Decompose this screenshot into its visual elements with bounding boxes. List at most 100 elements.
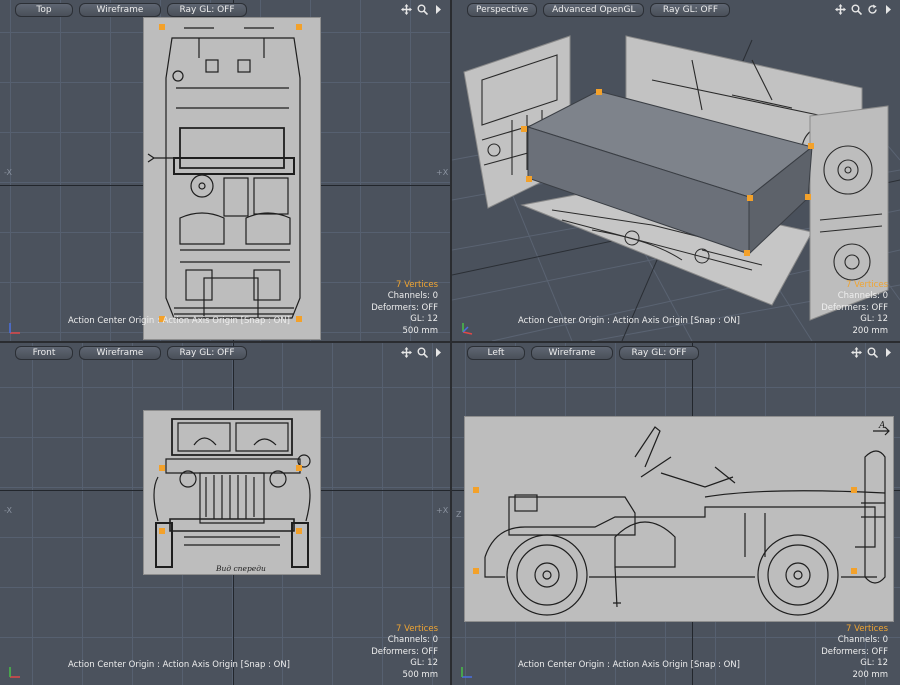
vertex[interactable] (744, 250, 750, 256)
vertex[interactable] (159, 465, 165, 471)
viewport-perspective[interactable]: Perspective Advanced OpenGL Ray GL: OFF (452, 0, 900, 341)
action-center-status: Action Center Origin : Action Axis Origi… (68, 660, 290, 670)
viewport-controls (835, 4, 894, 16)
view-selector[interactable]: Left (467, 346, 525, 360)
vertex[interactable] (296, 24, 302, 30)
move-icon[interactable] (401, 347, 412, 358)
zoom-icon[interactable] (417, 347, 429, 359)
vertex[interactable] (473, 568, 479, 574)
reference-image-front: Вид спереди (143, 410, 321, 575)
ray-gl-toggle[interactable]: Ray GL: OFF (167, 346, 247, 360)
vertex[interactable] (808, 143, 814, 149)
axis-gizmo-icon (9, 667, 20, 678)
vertex[interactable] (596, 89, 602, 95)
grid-scale: 200 mm (852, 669, 889, 680)
viewport-header: Front Wireframe Ray GL: OFF (0, 343, 450, 363)
shading-selector[interactable]: Wireframe (531, 346, 613, 360)
viewport-info: 7 Vertices Channels: 0 Deformers: OFF GL… (821, 280, 888, 338)
viewport-left[interactable]: Left Wireframe Ray GL: OFF Z A Action Ce… (452, 343, 900, 685)
maximize-icon[interactable] (433, 4, 444, 15)
grid-scale: 500 mm (402, 669, 439, 680)
viewport-header: Perspective Advanced OpenGL Ray GL: OFF (452, 0, 900, 20)
viewport-top[interactable]: Top Wireframe Ray GL: OFF -X +X Action C… (0, 0, 450, 341)
vertex[interactable] (296, 465, 302, 471)
gl-count: GL: 12 (410, 314, 438, 324)
axis-gizmo-icon (462, 323, 473, 335)
jeep-front-blueprint (153, 418, 311, 568)
ray-gl-toggle[interactable]: Ray GL: OFF (619, 346, 699, 360)
vertex[interactable] (851, 487, 857, 493)
maximize-icon[interactable] (883, 4, 894, 15)
vertex[interactable] (521, 126, 527, 132)
viewport-info: 7 Vertices Channels: 0 Deformers: OFF GL… (821, 624, 888, 682)
maximize-icon[interactable] (433, 347, 444, 358)
blueprint-caption: Вид спереди (216, 564, 266, 573)
vertex-count: 7 Vertices (845, 623, 888, 634)
axis-label-right: +X (436, 168, 449, 177)
axis-label-left: -X (4, 168, 12, 177)
vertex-count: 7 Vertices (395, 623, 438, 634)
reference-image-left: A (464, 416, 894, 622)
vertex[interactable] (747, 195, 753, 201)
zoom-icon[interactable] (417, 4, 429, 16)
deformers-status: Deformers: OFF (371, 646, 438, 657)
ray-gl-toggle[interactable]: Ray GL: OFF (167, 3, 247, 17)
gl-count: GL: 12 (860, 314, 888, 324)
move-icon[interactable] (401, 4, 412, 15)
axis-label-right: +X (436, 506, 449, 515)
viewport-front[interactable]: Front Wireframe Ray GL: OFF -X +X Вид сп… (0, 343, 450, 685)
action-center-status: Action Center Origin : Action Axis Origi… (518, 660, 740, 670)
jeep-top-blueprint (147, 27, 301, 319)
view-selector[interactable]: Front (15, 346, 73, 360)
channels-count: Channels: 0 (387, 635, 438, 645)
zoom-icon[interactable] (851, 4, 863, 16)
axis-label-left: -X (4, 506, 12, 515)
maximize-icon[interactable] (883, 347, 894, 358)
move-icon[interactable] (835, 4, 846, 15)
shading-selector[interactable]: Wireframe (79, 346, 161, 360)
deformers-status: Deformers: OFF (371, 302, 438, 313)
vertex[interactable] (296, 316, 302, 322)
vertex[interactable] (851, 568, 857, 574)
vertex[interactable] (296, 528, 302, 534)
axis-label-left: Z (456, 510, 462, 519)
move-icon[interactable] (851, 347, 862, 358)
vertex-count: 7 Vertices (395, 279, 438, 290)
viewport-controls (851, 347, 894, 359)
zoom-icon[interactable] (867, 347, 879, 359)
vertex[interactable] (159, 528, 165, 534)
ray-gl-toggle[interactable]: Ray GL: OFF (650, 3, 731, 17)
grid-scale: 500 mm (402, 325, 439, 336)
axis-gizmo-icon (461, 667, 472, 678)
view-selector[interactable]: Top (15, 3, 73, 17)
jeep-side-blueprint (484, 426, 890, 616)
vertex[interactable] (473, 487, 479, 493)
action-center-status: Action Center Origin : Action Axis Origi… (68, 316, 290, 326)
axis-gizmo-icon (9, 323, 20, 334)
viewport-controls (401, 347, 444, 359)
vertex[interactable] (159, 24, 165, 30)
deformers-status: Deformers: OFF (821, 646, 888, 657)
reference-image-top (143, 17, 321, 340)
channels-count: Channels: 0 (837, 291, 888, 301)
gl-count: GL: 12 (410, 658, 438, 668)
action-center-status: Action Center Origin : Action Axis Origi… (518, 316, 740, 326)
blueprint-marker: A (879, 421, 886, 431)
deformers-status: Deformers: OFF (821, 302, 888, 313)
gl-count: GL: 12 (860, 658, 888, 668)
viewport-info: 7 Vertices Channels: 0 Deformers: OFF GL… (371, 280, 438, 338)
viewport-header: Left Wireframe Ray GL: OFF (452, 343, 900, 363)
vertex-count: 7 Vertices (845, 279, 888, 290)
shading-selector[interactable]: Advanced OpenGL (543, 3, 645, 17)
vertex[interactable] (805, 194, 811, 200)
vertex[interactable] (526, 176, 532, 182)
rotate-icon[interactable] (867, 4, 878, 15)
viewport-controls (401, 4, 444, 16)
view-selector[interactable]: Perspective (467, 3, 538, 17)
viewport-header: Top Wireframe Ray GL: OFF (0, 0, 450, 20)
grid-scale: 200 mm (852, 325, 889, 336)
viewport-info: 7 Vertices Channels: 0 Deformers: OFF GL… (371, 624, 438, 682)
channels-count: Channels: 0 (387, 291, 438, 301)
shading-selector[interactable]: Wireframe (79, 3, 161, 17)
channels-count: Channels: 0 (837, 635, 888, 645)
